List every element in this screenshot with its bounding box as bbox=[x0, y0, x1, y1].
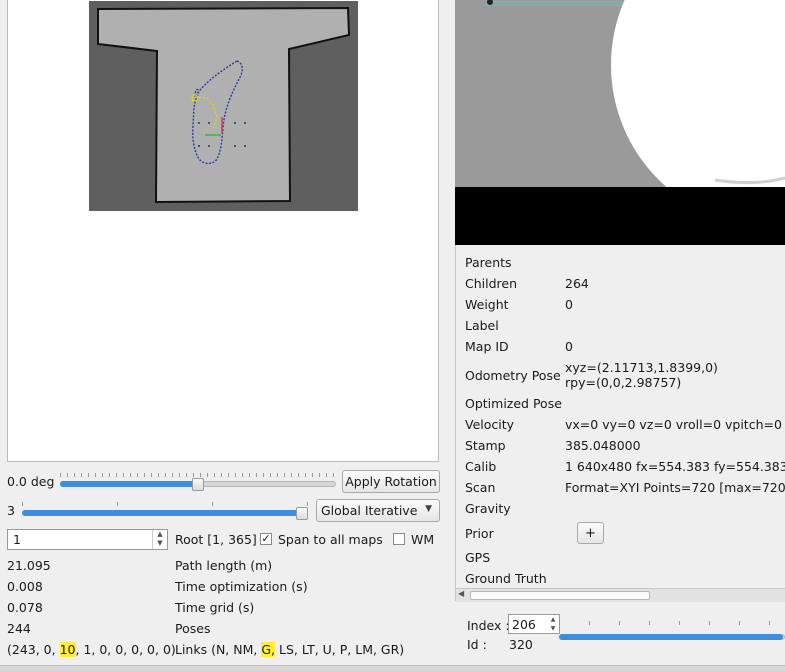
calib-value: 1 640x480 fx=554.383 fy=554.383 c bbox=[565, 459, 785, 474]
iterations-slider-ticks bbox=[22, 502, 308, 506]
ground-truth-label: Ground Truth bbox=[465, 571, 547, 586]
stamp-value: 385.048000 bbox=[565, 438, 641, 453]
links-label-highlight: G, bbox=[261, 642, 276, 657]
iterations-slider-fill bbox=[22, 510, 308, 516]
links-values-highlight: 10 bbox=[59, 642, 76, 657]
time-grid-label: Time grid (s) bbox=[175, 600, 255, 615]
time-grid-value: 0.078 bbox=[7, 600, 43, 615]
stamp-label: Stamp bbox=[465, 438, 506, 453]
iterations-value-label: 3 bbox=[7, 503, 15, 518]
root-spinbox-arrows[interactable]: ▲ ▼ bbox=[152, 530, 167, 549]
odometry-pose-rpy: rpy=(0,0,2.98757) bbox=[565, 375, 682, 390]
3d-cloud-view[interactable] bbox=[455, 0, 785, 187]
index-spinbox-arrows[interactable]: ▲ ▼ bbox=[547, 615, 559, 633]
checkmark-icon: ✓ bbox=[261, 532, 271, 545]
scan-label: Scan bbox=[465, 480, 496, 495]
links-values: (243, 0, 10, 1, 0, 0, 0, 0, 0) bbox=[7, 642, 176, 657]
path-length-label: Path length (m) bbox=[175, 558, 273, 573]
spin-down-icon[interactable]: ▼ bbox=[153, 539, 167, 548]
time-optimization-value: 0.008 bbox=[7, 579, 43, 594]
links-values-prefix: (243, 0, bbox=[7, 642, 60, 657]
info-horizontal-scrollbar[interactable]: ◀ bbox=[456, 588, 785, 602]
weight-label: Weight bbox=[465, 297, 509, 312]
prior-label: Prior bbox=[465, 526, 494, 541]
root-range-label: Root [1, 365] bbox=[175, 532, 257, 547]
velocity-value: vx=0 vy=0 vz=0 vroll=0 vpitch=0 v bbox=[565, 417, 785, 432]
gravity-label: Gravity bbox=[465, 501, 511, 516]
scrollbar-thumb[interactable] bbox=[470, 591, 650, 600]
children-value: 264 bbox=[565, 276, 589, 291]
gps-label: GPS bbox=[465, 550, 491, 565]
map-view[interactable] bbox=[7, 0, 439, 462]
odometry-pose-label: Odometry Pose bbox=[465, 368, 561, 383]
span-all-maps-checkbox[interactable]: ✓ bbox=[260, 533, 272, 545]
iterations-slider-track bbox=[22, 510, 308, 516]
apply-rotation-button[interactable]: Apply Rotation bbox=[342, 470, 440, 493]
rotation-value-label: 0.0 deg bbox=[7, 474, 55, 489]
calib-label: Calib bbox=[465, 459, 497, 474]
span-all-maps-label: Span to all maps bbox=[278, 532, 383, 547]
optimizer-select[interactable]: Global Iterative ▼ bbox=[316, 499, 440, 522]
index-slider-track bbox=[559, 634, 785, 640]
poses-label: Poses bbox=[175, 621, 211, 636]
index-label: Index : bbox=[467, 618, 510, 633]
id-label: Id : bbox=[467, 637, 487, 652]
links-label: Links (N, NM, G, LS, LT, U, P, LM, GR) bbox=[175, 642, 404, 657]
map-id-value: 0 bbox=[565, 339, 573, 354]
camera-image bbox=[455, 0, 785, 187]
map-id-label: Map ID bbox=[465, 339, 509, 354]
links-label-suffix: LS, LT, U, P, LM, GR) bbox=[275, 642, 405, 657]
poses-value: 244 bbox=[7, 621, 31, 636]
spin-down-icon[interactable]: ▼ bbox=[547, 624, 559, 633]
index-slider-ticks bbox=[559, 621, 785, 625]
prior-add-button[interactable]: + bbox=[577, 522, 604, 544]
odometry-pose-xyz: xyz=(2.11713,1.8399,0) bbox=[565, 360, 718, 375]
index-spinbox-value: 206 bbox=[512, 617, 536, 632]
spin-up-icon[interactable]: ▲ bbox=[547, 615, 559, 624]
chevron-down-icon: ▼ bbox=[425, 504, 432, 514]
wm-label: WM bbox=[411, 532, 435, 547]
scan-value: Format=XYI Points=720 [max=720] bbox=[565, 480, 785, 495]
spin-up-icon[interactable]: ▲ bbox=[153, 530, 167, 539]
weight-value: 0 bbox=[565, 297, 573, 312]
wm-checkbox[interactable] bbox=[393, 533, 405, 545]
label-label: Label bbox=[465, 318, 499, 333]
index-spinbox[interactable]: 206 ▲ ▼ bbox=[508, 614, 560, 634]
velocity-label: Velocity bbox=[465, 417, 515, 432]
links-values-suffix: , 1, 0, 0, 0, 0, 0) bbox=[75, 642, 176, 657]
id-value: 320 bbox=[509, 637, 533, 652]
optimized-pose-label: Optimized Pose bbox=[465, 396, 562, 411]
time-optimization-label: Time optimization (s) bbox=[175, 579, 308, 594]
rotation-slider-handle[interactable] bbox=[192, 478, 204, 491]
scroll-left-icon[interactable]: ◀ bbox=[458, 589, 464, 598]
index-slider-fill bbox=[559, 634, 783, 640]
parents-label: Parents bbox=[465, 255, 512, 270]
path-length-value: 21.095 bbox=[7, 558, 51, 573]
root-spinbox[interactable]: 1 ▲ ▼ bbox=[7, 529, 168, 550]
children-label: Children bbox=[465, 276, 518, 291]
optimizer-select-value: Global Iterative bbox=[321, 503, 418, 518]
camera-empty-area bbox=[455, 187, 785, 245]
rotation-slider-ticks bbox=[60, 473, 336, 477]
links-label-prefix: Links (N, NM, bbox=[175, 642, 262, 657]
status-bar bbox=[0, 665, 785, 671]
occupancy-grid-map[interactable] bbox=[89, 1, 358, 211]
root-spinbox-value: 1 bbox=[13, 532, 21, 547]
rotation-slider-fill bbox=[60, 481, 198, 487]
iterations-slider-handle[interactable] bbox=[296, 507, 308, 520]
